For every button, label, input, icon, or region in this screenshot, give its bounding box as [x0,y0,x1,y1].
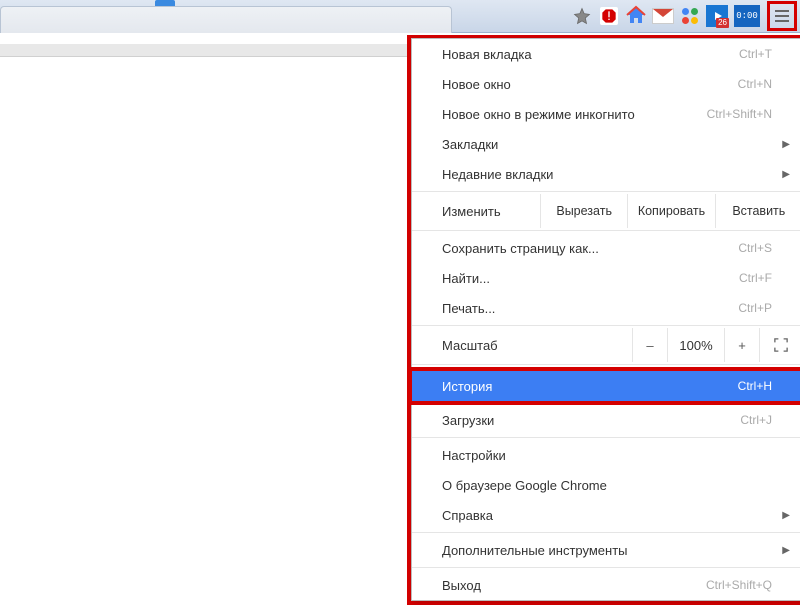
menu-label: Настройки [442,448,506,463]
menu-shortcut: Ctrl+P [738,301,772,315]
menu-shortcut: Ctrl+J [740,413,772,427]
menu-new-window[interactable]: Новое окно Ctrl+N [412,69,800,99]
menu-zoom-row: Масштаб – 100% + [412,328,800,362]
browser-chrome-top: 26 0:00 [0,0,800,33]
fullscreen-icon [774,338,788,352]
menu-find[interactable]: Найти... Ctrl+F [412,263,800,293]
menu-label: Дополнительные инструменты [442,543,628,558]
menu-more-tools[interactable]: Дополнительные инструменты ▶ [412,535,800,565]
submenu-arrow-icon: ▶ [782,169,790,180]
menu-cut-button[interactable]: Вырезать [540,194,627,228]
play-badge: 26 [716,18,729,28]
menu-label: Справка [442,508,493,523]
submenu-arrow-icon: ▶ [782,510,790,521]
submenu-arrow-icon: ▶ [782,139,790,150]
menu-label: Выход [442,578,481,593]
menu-paste-button[interactable]: Вставить [715,194,800,228]
menu-save-as[interactable]: Сохранить страницу как... Ctrl+S [412,233,800,263]
toolbar: 26 0:00 [570,2,797,30]
menu-shortcut: Ctrl+F [739,271,772,285]
menu-edit-label: Изменить [412,204,540,219]
menu-copy-button[interactable]: Копировать [627,194,714,228]
timer-icon[interactable]: 0:00 [732,4,762,28]
menu-recent-tabs[interactable]: Недавние вкладки ▶ [412,159,800,189]
page-content-strip [0,44,410,57]
menu-separator [412,325,800,326]
menu-button-highlight [767,1,797,31]
menu-print[interactable]: Печать... Ctrl+P [412,293,800,323]
menu-downloads[interactable]: Загрузки Ctrl+J [412,405,800,435]
menu-label: Найти... [442,271,490,286]
menu-label: Новое окно в режиме инкогнито [442,107,635,122]
menu-separator [412,437,800,438]
menu-incognito[interactable]: Новое окно в режиме инкогнито Ctrl+Shift… [412,99,800,129]
menu-separator [412,230,800,231]
menu-help[interactable]: Справка ▶ [412,500,800,530]
apps-dots-icon[interactable] [678,4,702,28]
menu-new-tab[interactable]: Новая вкладка Ctrl+T [412,39,800,69]
menu-about[interactable]: О браузере Google Chrome [412,470,800,500]
submenu-arrow-icon: ▶ [782,545,790,556]
menu-label: Недавние вкладки [442,167,553,182]
adblock-icon[interactable] [597,4,621,28]
bookmark-star-icon[interactable] [570,4,594,28]
menu-label: Сохранить страницу как... [442,241,599,256]
fullscreen-button[interactable] [759,328,800,362]
menu-bookmarks[interactable]: Закладки ▶ [412,129,800,159]
video-play-icon[interactable]: 26 [705,4,729,28]
zoom-out-button[interactable]: – [632,328,667,362]
gmail-icon[interactable] [651,4,675,28]
menu-shortcut: Ctrl+Shift+N [707,107,772,121]
tab-strip [0,6,452,33]
menu-label: Новая вкладка [442,47,532,62]
menu-separator [412,532,800,533]
menu-zoom-label: Масштаб [412,338,632,353]
main-menu-highlight: Новая вкладка Ctrl+T Новое окно Ctrl+N Н… [407,35,800,605]
menu-label: Печать... [442,301,495,316]
menu-label: О браузере Google Chrome [442,478,607,493]
menu-label: История [442,379,492,394]
history-highlight-box: История Ctrl+H [408,367,800,405]
menu-separator [412,191,800,192]
zoom-in-button[interactable]: + [724,328,759,362]
menu-exit[interactable]: Выход Ctrl+Shift+Q [412,570,800,600]
menu-label: Закладки [442,137,498,152]
menu-shortcut: Ctrl+T [739,47,772,61]
menu-separator [412,567,800,568]
hamburger-menu-button[interactable] [771,5,793,27]
menu-label: Загрузки [442,413,494,428]
menu-edit-row: Изменить Вырезать Копировать Вставить [412,194,800,228]
menu-shortcut: Ctrl+H [738,379,772,393]
menu-shortcut: Ctrl+S [738,241,772,255]
home-icon[interactable] [624,4,648,28]
main-menu: Новая вкладка Ctrl+T Новое окно Ctrl+N Н… [411,38,800,601]
menu-separator [412,364,800,365]
menu-shortcut: Ctrl+N [738,77,772,91]
menu-settings[interactable]: Настройки [412,440,800,470]
zoom-value: 100% [667,328,724,362]
menu-label: Новое окно [442,77,511,92]
menu-shortcut: Ctrl+Shift+Q [706,578,772,592]
menu-history[interactable]: История Ctrl+H [412,371,800,401]
